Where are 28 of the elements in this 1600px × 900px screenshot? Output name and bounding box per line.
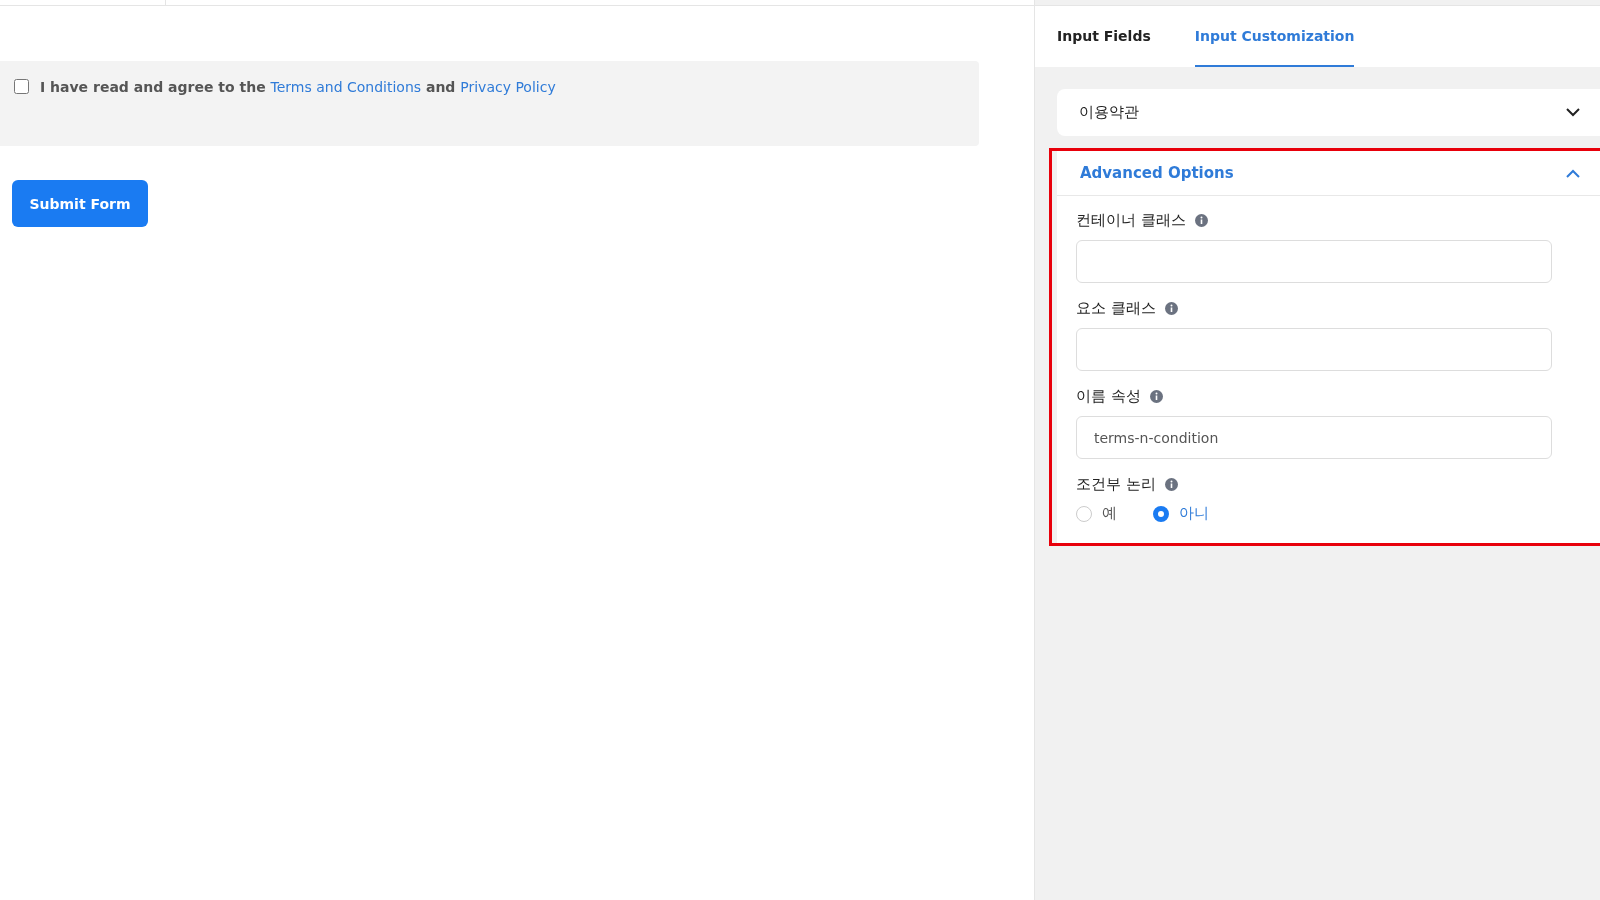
info-icon[interactable]: [1164, 478, 1178, 491]
input-field[interactable]: [1076, 328, 1552, 371]
radio-label: 예: [1102, 504, 1117, 523]
agree-checkbox[interactable]: [14, 79, 29, 94]
terms-link[interactable]: Terms and Conditions: [270, 79, 422, 95]
input-field[interactable]: [1076, 240, 1552, 283]
field-dropdown[interactable]: 이용약관: [1057, 89, 1600, 136]
privacy-link[interactable]: Privacy Policy: [460, 79, 556, 95]
chevron-up-icon[interactable]: [1566, 168, 1580, 178]
field-label: 이름 속성: [1076, 387, 1141, 406]
info-icon[interactable]: [1149, 390, 1163, 403]
field-label: 컨테이너 클래스: [1076, 211, 1186, 230]
consent-text: I have read and agree to the Terms and Conditions and Privacy Policy: [40, 79, 556, 95]
submit-button[interactable]: Submit Form: [12, 180, 148, 227]
tab[interactable]: Input Customization: [1194, 6, 1355, 67]
info-icon[interactable]: [1164, 302, 1178, 315]
input-field[interactable]: terms-n-condition: [1076, 416, 1552, 459]
chevron-down-icon[interactable]: [1566, 108, 1580, 117]
field-label: 요소 클래스: [1076, 299, 1156, 318]
radio-label: 아니: [1179, 504, 1209, 523]
field-label: 조건부 논리: [1076, 475, 1156, 494]
advanced-options-header[interactable]: Advanced Options: [1057, 151, 1600, 196]
radio-button[interactable]: [1153, 505, 1169, 522]
dropdown-value: 이용약관: [1079, 103, 1139, 122]
section-title: Advanced Options: [1080, 164, 1234, 182]
info-icon[interactable]: [1194, 214, 1208, 227]
radio-button[interactable]: [1076, 505, 1092, 522]
tab[interactable]: Input Fields: [1057, 6, 1151, 67]
